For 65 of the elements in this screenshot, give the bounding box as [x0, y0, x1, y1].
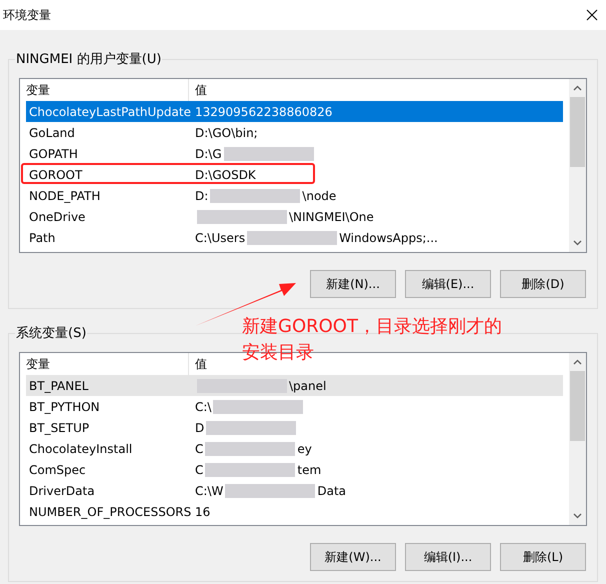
variable-value: C:\Users	[195, 230, 246, 246]
variable-name: GOPATH	[28, 146, 79, 162]
variable-value: \NINGMEI\One	[289, 208, 374, 226]
variable-name: NODE_PATH	[28, 188, 102, 204]
variable-value: \node	[302, 188, 336, 204]
variable-value: D	[195, 420, 204, 436]
scroll-up-icon[interactable]	[573, 85, 582, 91]
scroll-down-icon[interactable]	[573, 513, 582, 519]
list-row[interactable]: BT_PANEL \panel	[26, 375, 563, 396]
variable-value: tem	[297, 462, 322, 478]
variable-value: Data	[317, 482, 346, 500]
variable-value: \panel	[289, 378, 326, 394]
list-row[interactable]: Path C:\Users WindowsApps;...	[26, 227, 563, 248]
variable-name: NUMBER_OF_PROCESSORS	[28, 504, 192, 520]
list-row[interactable]: GOROOT D:\GOSDK	[26, 164, 563, 185]
variable-value: C	[195, 462, 204, 478]
variable-value: ey	[297, 440, 312, 458]
scrollbar[interactable]	[569, 353, 586, 525]
variable-name: Path	[28, 230, 56, 246]
variable-value: 132909562238860826	[195, 104, 332, 120]
close-icon[interactable]	[586, 9, 598, 21]
list-row[interactable]: DriverData C:\W Data	[26, 480, 563, 501]
dialog-button[interactable]: 删除(D)	[500, 270, 586, 298]
variable-name: ComSpec	[28, 462, 87, 478]
list-row[interactable]: ChocolateyInstall C ey	[26, 438, 563, 459]
dialog-button[interactable]: 新建(N)...	[310, 270, 396, 298]
variable-name: OneDrive	[28, 208, 86, 226]
variable-value: D:	[195, 188, 208, 204]
dialog-button[interactable]: 编辑(I)...	[405, 543, 491, 571]
scroll-up-icon[interactable]	[573, 359, 582, 365]
variable-name: DriverData	[28, 482, 96, 500]
scroll-thumb[interactable]	[570, 371, 585, 441]
variable-value: C:\	[195, 398, 212, 416]
dialog-button[interactable]: 编辑(E)...	[405, 270, 491, 298]
variable-name: ChocolateyInstall	[28, 440, 134, 458]
variable-name: BT_SETUP	[28, 420, 90, 436]
variable-name: ChocolateyLastPathUpdate	[28, 104, 192, 120]
scroll-down-icon[interactable]	[573, 240, 582, 246]
list-row[interactable]: NUMBER_OF_PROCESSORS 16	[26, 501, 563, 522]
annotation-text: 新建GOROOT，目录选择刚才的安装目录	[242, 315, 503, 365]
variable-value: D:\GO\bin;	[195, 124, 258, 142]
list-row[interactable]: BT_PYTHON C:\	[26, 396, 563, 417]
dialog-button[interactable]: 新建(W)...	[310, 543, 396, 571]
variable-value: D:\G	[195, 146, 222, 162]
variable-name: BT_PYTHON	[28, 398, 101, 416]
scrollbar[interactable]	[569, 79, 586, 252]
dialog-button[interactable]: 删除(L)	[500, 543, 586, 571]
list-row[interactable]: OneDrive \NINGMEI\One	[26, 206, 563, 227]
variable-value: C	[195, 440, 204, 458]
variable-value: 16	[195, 504, 210, 520]
list-row[interactable]: ComSpec C tem	[26, 459, 563, 480]
list-row[interactable]: ChocolateyLastPathUpdate 132909562238860826	[26, 101, 563, 122]
list-row[interactable]: NODE_PATH D: \node	[26, 185, 563, 206]
list-row[interactable]: BT_SETUP D	[26, 417, 563, 438]
column-header[interactable]: 值	[189, 79, 569, 101]
scroll-thumb[interactable]	[570, 97, 585, 167]
list-row[interactable]: GOPATH D:\G	[26, 143, 563, 164]
variable-name: GoLand	[28, 124, 76, 142]
window-title: 环境变量	[3, 7, 51, 24]
variable-value: D:\GOSDK	[195, 166, 256, 184]
list-row[interactable]: GoLand D:\GO\bin;	[26, 122, 563, 143]
variable-value: WindowsApps;...	[339, 230, 438, 246]
variable-name: BT_PANEL	[28, 378, 90, 394]
variable-name: GOROOT	[28, 166, 84, 184]
variable-value: C:\W	[195, 482, 224, 500]
